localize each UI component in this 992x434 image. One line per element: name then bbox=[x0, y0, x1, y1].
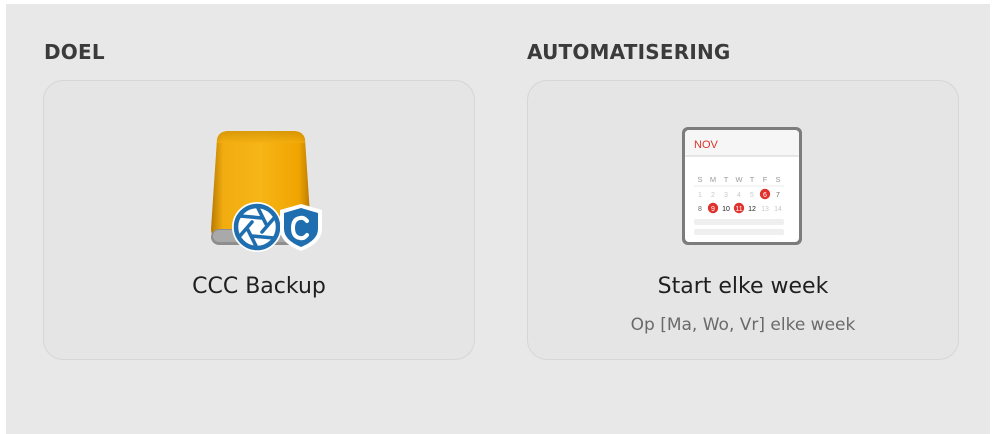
svg-text:T: T bbox=[724, 175, 729, 184]
svg-text:10: 10 bbox=[722, 206, 730, 213]
svg-text:14: 14 bbox=[774, 206, 782, 213]
main-panel: DOEL AUTOMATISERING CCC Backup NOV S M T… bbox=[6, 4, 990, 434]
destination-section-title: DOEL bbox=[44, 40, 105, 64]
svg-text:F: F bbox=[763, 175, 768, 184]
schedule-title: Start elke week bbox=[657, 274, 829, 299]
automation-card[interactable]: NOV S M T W T F S 1 2 3 4 5 6 7 8 9 10 1… bbox=[527, 80, 959, 360]
schedule-subtitle: Op [Ma, Wo, Vr] elke week bbox=[630, 315, 856, 335]
svg-text:8: 8 bbox=[698, 206, 702, 213]
svg-text:3: 3 bbox=[724, 192, 728, 199]
svg-text:13: 13 bbox=[761, 206, 769, 213]
ccc-shutter-icon bbox=[232, 202, 282, 252]
svg-text:11: 11 bbox=[735, 206, 742, 213]
svg-text:6: 6 bbox=[763, 192, 767, 199]
svg-text:1: 1 bbox=[698, 192, 702, 199]
svg-text:5: 5 bbox=[750, 192, 754, 199]
svg-text:S: S bbox=[697, 175, 702, 184]
svg-text:2: 2 bbox=[711, 192, 715, 199]
destination-name: CCC Backup bbox=[192, 274, 326, 299]
calendar-month: NOV bbox=[694, 139, 719, 151]
svg-text:4: 4 bbox=[737, 192, 741, 199]
svg-text:S: S bbox=[775, 175, 780, 184]
svg-text:9: 9 bbox=[711, 206, 715, 213]
external-drive-icon bbox=[199, 129, 329, 254]
svg-text:W: W bbox=[735, 175, 743, 184]
svg-text:7: 7 bbox=[776, 192, 780, 199]
automation-section-title: AUTOMATISERING bbox=[527, 40, 731, 64]
svg-text:T: T bbox=[750, 175, 755, 184]
destination-card[interactable]: CCC Backup bbox=[43, 80, 475, 360]
calendar-icon: NOV S M T W T F S 1 2 3 4 5 6 7 8 9 10 1… bbox=[680, 125, 804, 247]
svg-text:M: M bbox=[710, 175, 716, 184]
svg-text:12: 12 bbox=[748, 206, 756, 213]
